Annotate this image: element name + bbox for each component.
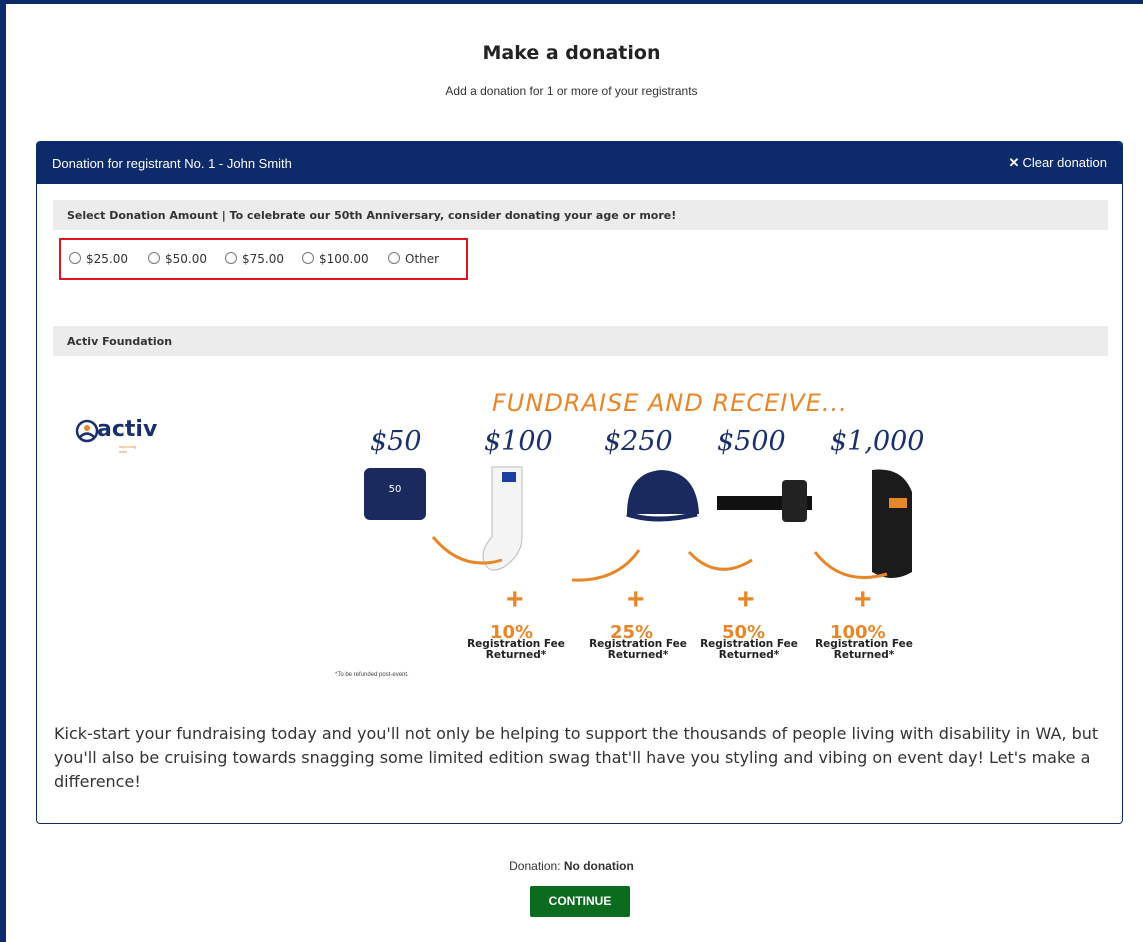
clear-donation-label: Clear donation xyxy=(1022,155,1107,170)
merch-illustration: 50 xyxy=(364,466,912,582)
tier-fee-text: Registration Fee Returned* xyxy=(815,638,913,661)
radio-button[interactable] xyxy=(225,252,237,264)
amount-option-other[interactable]: Other xyxy=(388,252,439,266)
amount-option-label: $50.00 xyxy=(165,252,207,266)
tier-fee-text: Registration Fee Returned* xyxy=(589,638,687,661)
plus-icon: + xyxy=(737,583,755,616)
donation-summary: Donation: No donation xyxy=(0,859,1143,873)
donation-panel: Donation for registrant No. 1 - John Smi… xyxy=(36,141,1123,824)
close-icon: ✕ xyxy=(1008,155,1020,170)
fundraising-description: Kick-start your fundraising today and yo… xyxy=(54,724,1099,791)
frame-left-border xyxy=(0,0,6,942)
logo-subtext: improving lives xyxy=(119,444,137,454)
backpack-icon xyxy=(872,469,912,578)
sock-icon xyxy=(482,466,523,571)
amount-option-label: Other xyxy=(405,252,440,266)
refund-note: *To be refunded post-event. xyxy=(335,672,409,678)
tier-price: $50 xyxy=(370,426,422,457)
tier-price: $1,000 xyxy=(830,426,925,457)
donation-amount-options: $25.00 $50.00 $75.00 $100.00 Other xyxy=(59,238,468,280)
frame-top-border xyxy=(0,0,1143,4)
cap-icon xyxy=(627,470,699,514)
radio-button[interactable] xyxy=(302,252,314,264)
radio-button[interactable] xyxy=(388,252,400,264)
page-title: Make a donation xyxy=(482,42,661,64)
amount-section-label: Select Donation Amount | To celebrate ou… xyxy=(67,209,677,222)
amount-option-50[interactable]: $50.00 xyxy=(148,252,207,266)
continue-button[interactable]: CONTINUE xyxy=(530,886,630,917)
svg-text:50: 50 xyxy=(389,484,402,495)
clear-donation-button[interactable]: ✕ Clear donation xyxy=(1009,155,1107,171)
plus-icon: + xyxy=(506,583,524,616)
amount-section-header: Select Donation Amount | To celebrate ou… xyxy=(53,200,1108,230)
registrant-title: Donation for registrant No. 1 - John Smi… xyxy=(52,156,292,171)
donation-summary-value: No donation xyxy=(563,859,634,873)
tier-price: $500 xyxy=(717,426,786,457)
amount-option-75[interactable]: $75.00 xyxy=(225,252,284,266)
tier-fee-text: Registration Fee Returned* xyxy=(700,638,798,661)
plus-icon: + xyxy=(627,583,645,616)
arrow-icon xyxy=(687,550,753,571)
page-subtitle: Add a donation for 1 or more of your reg… xyxy=(445,84,698,98)
panel-header: Donation for registrant No. 1 - John Smi… xyxy=(37,142,1122,184)
foundation-section-header: Activ Foundation xyxy=(53,326,1108,356)
tier-price: $250 xyxy=(604,426,673,457)
donation-summary-label: Donation: xyxy=(509,859,561,873)
amount-option-label: $100.00 xyxy=(319,252,369,266)
logo-text: activ xyxy=(97,417,158,442)
foundation-section-label: Activ Foundation xyxy=(67,335,173,348)
amount-option-100[interactable]: $100.00 xyxy=(302,252,369,266)
radio-button[interactable] xyxy=(148,252,160,264)
tier-price: $100 xyxy=(484,426,553,457)
amount-option-label: $25.00 xyxy=(86,252,128,266)
radio-button[interactable] xyxy=(69,252,81,264)
tier-fee-text: Registration Fee Returned* xyxy=(467,638,565,661)
fundraise-title: FUNDRAISE AND RECEIVE... xyxy=(492,389,848,417)
arrow-icon xyxy=(571,549,641,582)
amount-option-label: $75.00 xyxy=(242,252,284,266)
plus-icon: + xyxy=(854,583,872,616)
amount-option-25[interactable]: $25.00 xyxy=(69,252,128,266)
